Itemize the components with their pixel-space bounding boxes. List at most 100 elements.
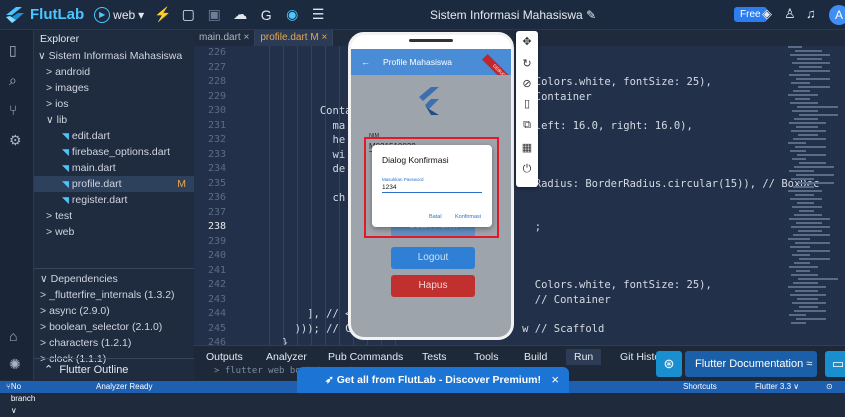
dependency-item[interactable]: > characters (1.2.1) (34, 335, 194, 351)
code-line[interactable]: he (244, 133, 844, 148)
tree-item[interactable]: ◥ register.dart (34, 192, 194, 208)
settings-icon[interactable]: ⚙ (9, 132, 22, 149)
source-control-icon[interactable]: ⑂ (9, 102, 17, 118)
cancel-button[interactable]: Batal (429, 214, 442, 220)
code-line[interactable] (244, 264, 844, 279)
project-title[interactable]: Sistem Informasi Mahasiswa ✎ (430, 8, 596, 22)
feedback-icon[interactable]: ▭ (825, 351, 845, 377)
panel-tab[interactable]: Pub Commands (320, 349, 411, 365)
panel-tab[interactable]: Outputs (198, 349, 251, 365)
code-lines[interactable]: Colors.white, fontSize: 25), Container C… (244, 46, 844, 345)
back-arrow-icon[interactable]: ← (361, 49, 370, 75)
tree-item[interactable]: ◥ profile.dart M (34, 176, 194, 192)
tree-item[interactable]: > web (34, 224, 194, 240)
dependency-item[interactable]: > async (2.9.0) (34, 303, 194, 319)
code-line[interactable] (244, 235, 844, 250)
power-icon[interactable]: ⏻ (516, 163, 538, 176)
tree-item[interactable]: > ios (34, 96, 194, 112)
bell-icon[interactable]: ♫ (806, 6, 816, 21)
analyzer-status[interactable]: Analyzer Ready (96, 381, 152, 393)
qr-code-icon[interactable]: ▦ (516, 141, 538, 154)
tree-item[interactable]: > android (34, 64, 194, 80)
code-line[interactable]: ma left: 16.0, right: 16.0), (244, 119, 844, 134)
panel-tab[interactable]: Tests (414, 349, 455, 365)
panel-tab[interactable]: Build (516, 349, 555, 365)
tree-item[interactable]: ◥ main.dart (34, 160, 194, 176)
move-icon[interactable]: ✥ (516, 35, 538, 48)
target-selector[interactable]: ▶ web ▾ (94, 6, 144, 23)
code-line[interactable]: Colors.white, fontSize: 25), (244, 75, 844, 90)
flutter-outline[interactable]: ⌃ Flutter Outline (34, 358, 194, 380)
logout-button[interactable]: Logout (391, 247, 475, 269)
panel-tab[interactable]: Tools (466, 349, 507, 365)
code-line[interactable]: ], // <W (244, 307, 844, 322)
tree-item[interactable]: > images (34, 80, 194, 96)
tree-item[interactable]: ◥ edit.dart (34, 128, 194, 144)
code-line[interactable]: Colors.white, fontSize: 25), (244, 278, 844, 293)
bug-icon[interactable]: ✺ (9, 356, 21, 373)
code-line[interactable]: Radius: BorderRadius.circular(15)), // B… (244, 177, 844, 192)
minimap[interactable] (788, 46, 838, 342)
confirm-button[interactable]: Konfirmasi (455, 214, 481, 220)
code-line[interactable] (244, 61, 844, 76)
panel-tab[interactable]: Analyzer (258, 349, 315, 365)
tree-item[interactable]: ◥ firebase_options.dart (34, 144, 194, 160)
tree-item[interactable]: ∨ lib (34, 112, 194, 128)
code-line[interactable]: } (244, 336, 844, 345)
flutter-version[interactable]: Flutter 3.3 ∨ (755, 381, 799, 393)
open-external-icon[interactable]: ⧉ (516, 119, 538, 132)
search-icon[interactable]: ⌕ (9, 72, 17, 89)
google-icon[interactable]: G (258, 7, 274, 23)
code-line[interactable]: Contai (244, 104, 844, 119)
minimap-line (790, 294, 826, 296)
code-line[interactable]: wi (244, 148, 844, 163)
clock-icon[interactable]: ⊙ (826, 381, 833, 393)
tree-item[interactable]: > test (34, 208, 194, 224)
delete-button[interactable]: Hapus (391, 275, 475, 297)
chat-bot-icon[interactable]: ⊛ (656, 351, 682, 377)
password-field[interactable]: 1234 (382, 184, 482, 193)
shortcuts-link[interactable]: Shortcuts (683, 381, 717, 393)
rotate-icon[interactable]: ↻ (516, 57, 538, 70)
code-line[interactable]: // Container (244, 293, 844, 308)
save-icon[interactable]: ▣ (206, 6, 222, 23)
code-line[interactable]: ))); // Co w // Scaffold (244, 322, 844, 337)
line-number: 229 (207, 90, 226, 102)
tree-item[interactable]: ∨ Sistem Informasi Mahasiswa (34, 48, 194, 64)
avatar[interactable]: A (829, 5, 845, 25)
branch-status[interactable]: ⑂ No branch ∨ (6, 381, 35, 415)
files-icon[interactable]: ▯ (9, 42, 17, 59)
add-user-icon[interactable]: ♙ (784, 6, 796, 22)
dependency-item[interactable]: ∨ Dependencies (34, 271, 194, 287)
code-line[interactable] (244, 206, 844, 221)
editor-tab[interactable]: main.dart × (194, 30, 256, 46)
home-icon[interactable]: ⌂ (9, 328, 17, 344)
dependency-item[interactable]: > _flutterfire_internals (1.3.2) (34, 287, 194, 303)
code-line[interactable]: ; (244, 220, 844, 235)
close-icon[interactable]: × (551, 367, 559, 393)
line-number: 234 (207, 163, 226, 174)
dependency-item[interactable]: > boolean_selector (2.1.0) (34, 319, 194, 335)
flutter-documentation-button[interactable]: Flutter Documentation ≈ (685, 351, 817, 377)
edit-pencil-icon[interactable]: ✎ (586, 8, 596, 22)
tree-item-label: firebase_options.dart (71, 146, 170, 158)
device-icon[interactable]: ▯ (516, 97, 538, 110)
editor-tab[interactable]: profile.dart M × (255, 30, 334, 46)
stop-icon[interactable]: ▢ (180, 6, 196, 23)
code-line[interactable]: de (244, 162, 844, 177)
code-line[interactable] (244, 46, 844, 61)
code-line[interactable]: ch (244, 191, 844, 206)
code-line[interactable] (244, 249, 844, 264)
flutlab-logo[interactable]: FlutLab (4, 5, 84, 25)
panel-tab[interactable]: Run (566, 349, 602, 365)
minimap-line (797, 202, 814, 204)
firebase-icon[interactable]: ◉ (284, 6, 300, 23)
menu-icon[interactable]: ☰ (310, 6, 326, 23)
code-line[interactable]: Container (244, 90, 844, 105)
layers-icon[interactable]: ◈ (762, 6, 772, 22)
premium-banner[interactable]: ➶ Get all from FlutLab - Discover Premiu… (297, 367, 569, 393)
screenshot-off-icon[interactable]: ⊘ (516, 77, 538, 90)
cloud-upload-icon[interactable]: ☁ (232, 6, 248, 23)
line-number: 235 (207, 177, 226, 189)
hot-reload-icon[interactable]: ⚡ (154, 6, 171, 23)
